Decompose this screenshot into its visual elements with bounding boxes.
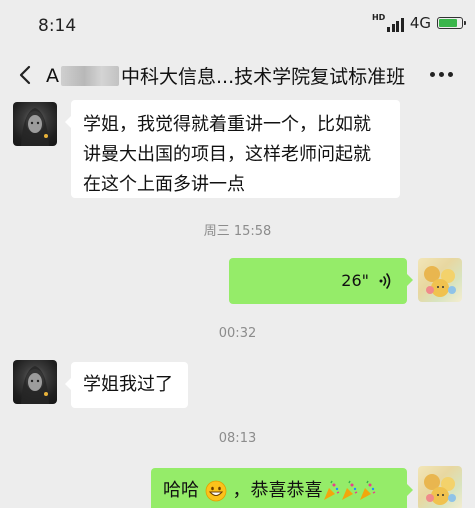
chat-header: A 中科大信息...技术学院复试标准班: [0, 50, 475, 100]
battery-icon: [437, 17, 466, 29]
message-text-part1: 哈哈: [163, 480, 199, 501]
contact-avatar[interactable]: [13, 360, 57, 404]
message-timestamp: 周三 15:58: [203, 224, 272, 239]
message-list[interactable]: 学姐，我觉得就着重讲一个，比如就讲曼大出国的项目，这样老师问起就在这个上面多讲一…: [0, 100, 475, 508]
voice-message-bubble[interactable]: 26": [229, 258, 413, 304]
status-icons: HD 4G: [372, 14, 466, 32]
message-bubble-incoming[interactable]: 学姐我过了: [65, 362, 188, 408]
party-popper-icon: [360, 480, 376, 500]
status-time: 8:14: [38, 16, 77, 36]
back-arrow-icon[interactable]: [14, 63, 38, 87]
party-popper-icon: [324, 480, 340, 500]
chat-title-suffix: 中科大信息...技术学院复试标准班: [121, 66, 406, 88]
chat-title: A 中科大信息...技术学院复试标准班: [46, 62, 405, 89]
party-popper-icon: [342, 480, 358, 500]
more-icon[interactable]: [430, 72, 453, 77]
message-bubble-outgoing[interactable]: 哈哈 ，恭喜恭喜: [151, 468, 413, 508]
contact-avatar[interactable]: [13, 102, 57, 146]
redacted-name: [61, 65, 119, 86]
grinning-face-icon: [205, 480, 227, 502]
user-avatar[interactable]: [418, 258, 462, 302]
voice-duration: 26": [341, 271, 369, 290]
status-bar: 8:14 HD 4G: [0, 0, 475, 50]
voice-wave-icon: [379, 273, 391, 289]
message-text: 学姐，我觉得就着重讲一个，比如就讲曼大出国的项目，这样老师问起就在这个上面多讲一…: [83, 114, 371, 195]
message-text: 学姐我过了: [83, 374, 173, 395]
hd-label: HD: [371, 13, 386, 22]
network-type: 4G: [409, 14, 431, 32]
user-avatar[interactable]: [418, 466, 462, 508]
chat-title-prefix: A: [46, 64, 59, 87]
message-timestamp: 08:13: [218, 431, 257, 446]
message-bubble-incoming[interactable]: 学姐，我觉得就着重讲一个，比如就讲曼大出国的项目，这样老师问起就在这个上面多讲一…: [65, 100, 400, 198]
signal-icon: HD: [372, 14, 404, 32]
message-timestamp: 00:32: [218, 326, 257, 341]
message-text-part2: ，恭喜恭喜: [232, 480, 323, 501]
